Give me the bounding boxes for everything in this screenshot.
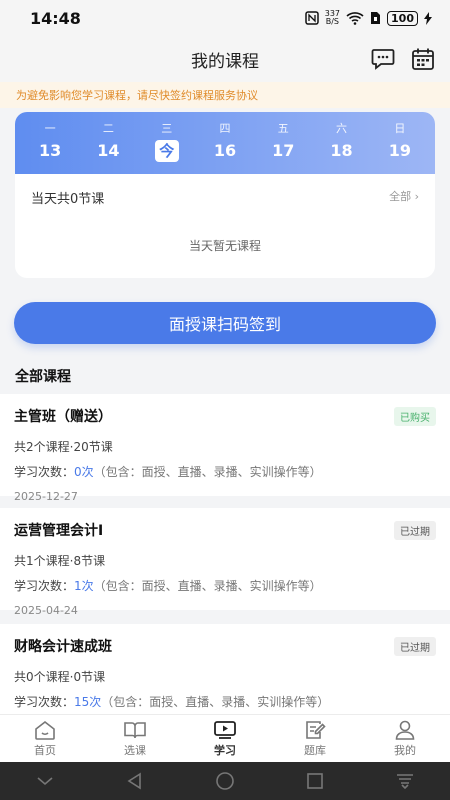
status-time: 14:48 [30, 8, 81, 28]
back-icon[interactable] [126, 772, 144, 790]
day-item-today[interactable]: 三今 [141, 120, 193, 174]
user-icon [395, 720, 415, 740]
day-name: 一 [44, 122, 56, 135]
chat-icon [371, 49, 395, 70]
system-nav-bar [0, 762, 450, 800]
study-count-value: 15次 [74, 695, 102, 709]
calendar-button[interactable] [410, 46, 436, 72]
study-count-line: 学习次数：1次（包含：面授、直播、录播、实训操作等） [14, 577, 436, 594]
week-calendar-card: 一 13 二 14 三今 四 16 五 17 六 18 日 19 当天共0节课 全部 › 当… [15, 112, 435, 278]
day-item[interactable]: 六 18 [316, 120, 368, 174]
course-name: 运营管理会计I [14, 523, 104, 539]
day-number: 16 [213, 141, 237, 160]
study-count-value: 1次 [74, 579, 94, 593]
wifi-icon [346, 12, 364, 25]
tab-study[interactable]: 学习 [190, 715, 260, 762]
day-number: 14 [97, 141, 120, 160]
book-icon [124, 722, 146, 739]
notice-text: 为避免影响您学习课程，请尽快签约课程服务协议 [16, 89, 258, 102]
battery-indicator: 100 [387, 10, 418, 26]
tab-home[interactable]: 首页 [10, 715, 80, 762]
study-count-label: 学习次数： [14, 695, 75, 709]
status-bar: 14:48 337 B/S 100 [0, 0, 450, 36]
study-count-line: 学习次数：15次（包含：面授、直播、录播、实训操作等） [14, 693, 436, 710]
day-item[interactable]: 二 14 [82, 120, 134, 174]
header-actions [370, 46, 436, 72]
net-speed: 337 B/S [325, 10, 340, 26]
tab-label: 首页 [34, 744, 56, 757]
study-count-line: 学习次数：0次（包含：面授、直播、录播、实训操作等） [14, 463, 436, 480]
tab-label: 题库 [304, 744, 326, 757]
empty-state-text: 当天暂无课程 [188, 239, 261, 253]
day-item[interactable]: 日 19 [374, 120, 426, 174]
day-number: 13 [39, 141, 62, 160]
page-header: 我的课程 [0, 36, 450, 82]
message-button[interactable] [370, 46, 396, 72]
day-number: 18 [330, 141, 353, 160]
course-card[interactable]: 主管班（赠送） 已购买 共2个课程·20节课 学习次数：0次（包含：面授、直播、… [0, 394, 450, 503]
study-count-note: （包含：面授、直播、录播、实训操作等） [93, 465, 322, 479]
tab-label: 我的 [394, 744, 416, 757]
recents-icon[interactable] [306, 772, 324, 790]
day-item[interactable]: 五 17 [257, 120, 309, 174]
tab-label: 选课 [124, 744, 146, 757]
course-name: 主管班（赠送） [14, 409, 112, 425]
course-summary: 共0个课程·0节课 [14, 670, 106, 684]
bottom-tab-bar: 首页 选课 学习 题库 我的 [0, 714, 450, 762]
tab-courses[interactable]: 选课 [100, 715, 170, 762]
course-date: 2025-12-27 [14, 490, 78, 503]
week-strip: 一 13 二 14 三今 四 16 五 17 六 18 日 19 [15, 112, 435, 174]
study-count-note: （包含：面授、直播、录播、实训操作等） [93, 579, 322, 593]
day-name: 五 [277, 122, 289, 135]
view-all-link[interactable]: 全部 › [389, 188, 419, 207]
nfc-icon [305, 11, 319, 25]
day-name: 二 [102, 122, 114, 135]
day-name: 六 [336, 122, 348, 135]
course-summary: 共2个课程·20节课 [14, 440, 113, 454]
study-count-value: 0次 [74, 465, 94, 479]
home-icon [35, 720, 55, 740]
day-item[interactable]: 一 13 [24, 120, 76, 174]
tab-profile[interactable]: 我的 [370, 715, 440, 762]
day-number: 17 [272, 141, 295, 160]
day-name: 三 [161, 122, 173, 135]
study-count-note: （包含：面授、直播、录播、实训操作等） [101, 695, 330, 709]
tab-question-bank[interactable]: 题库 [280, 715, 350, 762]
course-name: 财略会计速成班 [14, 639, 112, 655]
day-number: 今 [154, 140, 179, 162]
charging-icon [424, 11, 432, 25]
chevron-down-icon[interactable] [35, 774, 55, 788]
day-name: 四 [219, 122, 231, 135]
status-badge: 已过期 [394, 636, 436, 656]
day-lesson-count: 当天共0节课 [31, 192, 105, 207]
play-screen-icon [214, 721, 236, 739]
study-count-label: 学习次数： [14, 465, 75, 479]
edit-note-icon [306, 721, 326, 739]
course-card[interactable]: 财略会计速成班 已过期 共0个课程·0节课 学习次数：15次（包含：面授、直播、… [0, 624, 450, 714]
calendar-icon [412, 48, 434, 70]
tab-label: 学习 [214, 744, 236, 757]
keyboard-hide-icon[interactable] [395, 772, 415, 790]
course-date: 2025-04-24 [14, 604, 78, 617]
scan-checkin-button[interactable]: 面授课扫码签到 [14, 302, 436, 344]
status-badge: 已过期 [394, 520, 436, 540]
course-card[interactable]: 运营管理会计I 已过期 共1个课程·8节课 学习次数：1次（包含：面授、直播、录… [0, 508, 450, 617]
contract-notice[interactable]: 为避免影响您学习课程，请尽快签约课程服务协议 [0, 82, 450, 108]
status-icons: 337 B/S 100 [305, 10, 432, 26]
day-summary-row: 当天共0节课 全部 › [15, 174, 435, 207]
net-speed-unit: B/S [325, 17, 340, 26]
study-count-label: 学习次数： [14, 579, 75, 593]
section-title: 全部课程 [15, 369, 71, 385]
course-summary: 共1个课程·8节课 [14, 554, 106, 568]
status-badge: 已购买 [394, 406, 436, 426]
day-item[interactable]: 四 16 [199, 120, 251, 174]
day-number: 19 [388, 141, 411, 160]
day-name: 日 [394, 122, 406, 135]
sim-icon [371, 12, 381, 24]
page-title: 我的课程 [191, 51, 259, 72]
home-circle-icon[interactable] [215, 771, 235, 791]
